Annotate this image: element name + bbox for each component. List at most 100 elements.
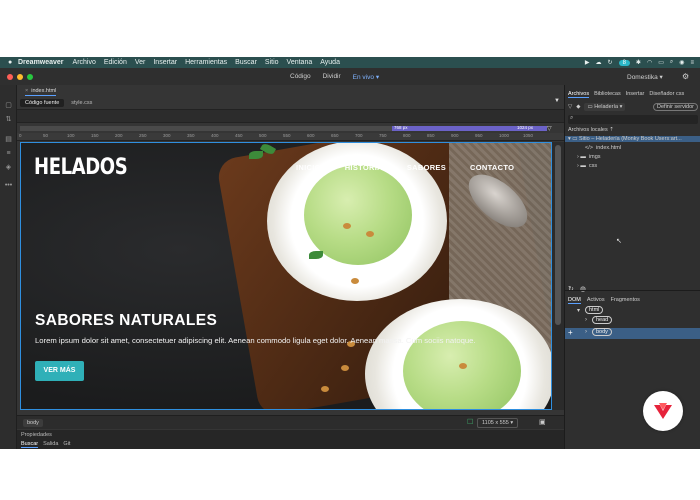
tree-root-label: Sitio – Heladería (Monky Book Users:art.… [579,136,682,142]
resize-handle-icon[interactable]: ▽ [547,125,555,132]
mq-bar-default[interactable] [20,126,392,131]
nav-historia[interactable]: HISTORIA [345,163,383,172]
code-icon[interactable]: ≡ [0,147,17,161]
tab-bibliotecas[interactable]: Bibliotecas [594,91,621,98]
menu-edicion[interactable]: Edición [104,59,127,66]
hero-title: SABORES NATURALES [35,312,218,329]
menu-herramientas[interactable]: Herramientas [185,59,227,66]
ruler-label: 900 [451,133,459,138]
view-code[interactable]: Código [290,73,311,81]
expand-icon[interactable]: ⇅ [0,113,17,127]
files-search-input[interactable]: ⌕ [568,115,698,124]
file-icon[interactable]: ▢ [0,99,17,113]
apple-icon[interactable]: ● [8,59,18,66]
dom-node-head[interactable]: head [592,316,613,324]
zoom-window-button[interactable] [27,73,33,80]
site-dropdown[interactable]: ▭ Heladería ▾ [584,103,626,111]
menu-icon[interactable]: ≡ [690,60,694,66]
chevron-down-icon[interactable]: ▾ [577,307,580,314]
globe-icon[interactable]: ◍ [580,285,586,293]
preview-icon[interactable]: ▣ [539,418,546,426]
tree-root[interactable]: ▾ ▭ Sitio – Heladería (Monky Book Users:… [565,136,700,142]
menu-archivo[interactable]: Archivo [73,59,96,66]
nav-inicio[interactable]: INICIO [296,163,321,172]
connect-icon[interactable]: ◆ [576,104,580,110]
close-window-button[interactable] [7,73,13,80]
filter-icon[interactable]: ▼ [554,98,560,104]
cloud-icon[interactable]: ☁ [596,59,602,66]
user-icon[interactable]: ◉ [679,59,684,66]
document-area: × index.html Código fuente style.css ▼ 76… [17,85,564,449]
wifi-icon[interactable]: ◠ [647,59,652,66]
menu-insertar[interactable]: Insertar [153,59,177,66]
menu-sitio[interactable]: Sitio [265,59,279,66]
tab-archivos[interactable]: Archivos [568,91,590,98]
menu-app-name[interactable]: Dreamweaver [18,59,64,66]
workspace-switcher[interactable]: Domestika ▾ [627,73,663,81]
play-icon[interactable]: ▶ [585,59,590,66]
search-icon[interactable]: ⌕ [670,59,673,66]
menu-ayuda[interactable]: Ayuda [320,59,340,66]
pistachio-image [341,365,349,371]
menu-ventana[interactable]: Ventana [287,59,313,66]
add-icon[interactable]: + [568,328,573,337]
format-icon[interactable]: ▤ [0,133,17,147]
tree-folder-imgs[interactable]: › ▬ imgs [577,154,601,160]
tree-folder-css[interactable]: › ▬ css [577,163,597,169]
tab-fragmentos[interactable]: Fragmentos [611,297,640,304]
menu-ver[interactable]: Ver [135,59,146,66]
define-server-button[interactable]: Definir servidor [653,103,698,111]
tab-git[interactable]: Git [63,441,70,448]
battery-icon[interactable]: ▭ [658,59,664,66]
tab-salida[interactable]: Salida [43,441,58,448]
tag-selector[interactable]: body [23,419,43,427]
live-view[interactable]: HELADOS INICIO HISTORIA SABORES CONTACTO… [20,142,552,410]
tree-file-index[interactable]: </> index.html [585,145,621,151]
tab-source-code[interactable]: Código fuente [20,98,65,107]
dom-node-html[interactable]: html [585,306,604,314]
view-live[interactable]: En vivo ▾ [353,73,379,81]
mq-bar-range[interactable]: 768 px 1024 px [392,125,547,131]
more-icon[interactable]: ••• [0,179,17,193]
window-size-value: 1105 x 555 [482,420,509,426]
site-dropdown-label: Heladería [594,104,619,110]
properties-tabs: Buscar Salida Git [21,441,70,448]
minimize-window-button[interactable] [17,73,23,80]
close-icon[interactable]: × [25,88,28,94]
document-tab[interactable]: × index.html [25,88,57,96]
window-size-dropdown[interactable]: 1105 x 555 ▾ [477,418,519,428]
nav-contacto[interactable]: CONTACTO [470,163,514,172]
wrap-icon[interactable]: ◈ [0,161,17,175]
chevron-right-icon[interactable]: › [585,317,587,323]
chevron-right-icon[interactable]: › [585,329,587,335]
tab-activos[interactable]: Activos [587,297,605,304]
live-scrollbar[interactable] [552,142,564,410]
gear-icon[interactable]: ⚙ [682,72,689,81]
bluetooth-icon[interactable]: ✱ [636,59,641,66]
filter-icon[interactable]: ▽ [568,104,572,110]
tab-dom[interactable]: DOM [568,297,581,304]
domestika-logo [643,391,683,431]
live-toolbar [17,109,564,123]
tab-style-css[interactable]: style.css [66,99,97,107]
tab-insertar[interactable]: Insertar [626,91,645,98]
sync-icon[interactable]: ↻ [608,59,613,66]
menu-buscar[interactable]: Buscar [235,59,257,66]
ver-mas-button[interactable]: VER MÁS [35,361,84,381]
tab-buscar[interactable]: Buscar [21,441,39,448]
ruler-label: 150 [91,133,99,138]
dom-node-body[interactable]: body [592,328,612,336]
ruler-label: 600 [307,133,315,138]
dom-tabs: DOM Activos Fragmentos [568,297,640,304]
view-split[interactable]: Dividir [323,73,341,81]
scrollbar-thumb[interactable] [555,145,561,325]
site-logo[interactable]: HELADOS [34,155,128,180]
nav-sabores[interactable]: SABORES [407,163,446,172]
app-titlebar: Código Dividir En vivo ▾ Domestika ▾ ⚙ [0,68,700,85]
workspace-label: Domestika [627,73,658,81]
refresh-icon[interactable]: ↻ [568,285,574,293]
tab-disenador-css[interactable]: Diseñador css [649,91,684,98]
status-badge[interactable]: 8 [618,59,630,66]
ice-cream-scoop-top [304,165,412,265]
local-files-header[interactable]: Archivos locales ⇡ [568,127,614,133]
